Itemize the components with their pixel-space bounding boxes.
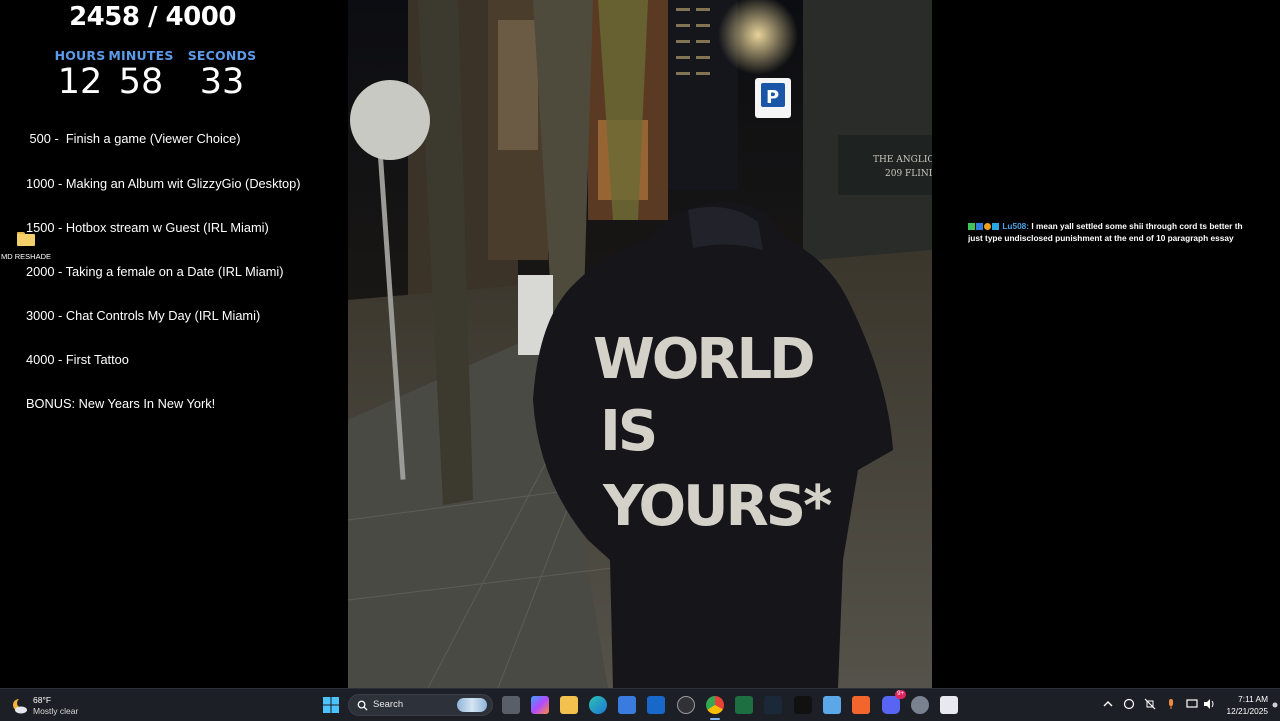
goal-item: 1500 - Hotbox stream w Guest (IRL Miami)	[26, 219, 269, 235]
timer-minutes: MINUTES 58	[96, 48, 186, 101]
hoodie-text-line3: YOURS*	[602, 474, 832, 539]
goal-item: 4000 - First Tattoo	[26, 351, 129, 367]
moon-cloud-icon	[13, 698, 27, 714]
parking-sign-letter: P	[766, 87, 779, 108]
tiktok-icon[interactable]	[794, 696, 812, 714]
photo-display: THE ANGLIC 209 FLIND P WORLD IS YOURS*	[348, 0, 932, 688]
chat-message-line2: just type undisclosed punishment at the …	[968, 233, 1234, 243]
chat-message-line1: I mean yall settled some shii through co…	[1031, 221, 1243, 231]
folder-icon	[17, 232, 35, 246]
microsoft-store-icon[interactable]	[618, 696, 636, 714]
settings-icon[interactable]	[911, 696, 929, 714]
discord-badge: 9+	[895, 690, 906, 699]
chevron-up-icon[interactable]	[1101, 697, 1115, 711]
file-explorer-icon[interactable]	[560, 696, 578, 714]
desktop-icon-label: MD RESHADE	[0, 252, 51, 261]
search-placeholder: Search	[373, 699, 404, 710]
taskbar: 68°F Mostly clear Search 9+ 7:11 AM 12/2…	[0, 688, 1280, 721]
seconds-value: 33	[199, 62, 245, 102]
desktop-icon-md-reshade[interactable]: MD RESHADE	[0, 228, 52, 261]
snipping-tool-icon[interactable]	[940, 696, 958, 714]
chat-badge-icon	[968, 223, 975, 230]
minutes-value: 58	[118, 62, 164, 102]
seconds-label: SECONDS	[187, 48, 257, 63]
building-sign-line2: 209 FLIND	[885, 169, 932, 179]
notification-bell-icon[interactable]	[1272, 702, 1278, 708]
weather-temp: 68°F	[33, 695, 52, 705]
goal-item: 500 - Finish a game (Viewer Choice)	[26, 131, 241, 147]
chat-badge-icon	[984, 223, 991, 230]
chat-badge-icon	[992, 223, 999, 230]
microphone-icon[interactable]	[1164, 697, 1178, 711]
obs-icon[interactable]	[677, 696, 695, 714]
notepad-icon[interactable]	[823, 696, 841, 714]
search-icon	[357, 700, 368, 711]
building-sign-line1: THE ANGLIC	[873, 155, 932, 165]
chat-overlay: Lu508: I mean yall settled some shii thr…	[968, 220, 1280, 244]
weather-desc: Mostly clear	[33, 706, 79, 716]
stream-overlay: 2458 / 4000 HOURS 12 MINUTES 58 SECONDS …	[0, 0, 346, 688]
edge-icon[interactable]	[589, 696, 607, 714]
chrome-icon[interactable]	[706, 696, 724, 714]
discord-icon[interactable]: 9+	[882, 690, 906, 714]
mute-icon[interactable]	[1143, 697, 1157, 711]
subathon-goal-counter: 2458 / 4000	[69, 2, 236, 32]
goal-item: 2000 - Taking a female on a Date (IRL Mi…	[26, 263, 284, 279]
chat-separator: :	[1026, 221, 1030, 231]
copilot-icon[interactable]	[531, 696, 549, 714]
steam-icon[interactable]	[764, 696, 782, 714]
sync-icon[interactable]	[1122, 697, 1136, 711]
windows-start-icon[interactable]	[322, 696, 340, 714]
volume-icon[interactable]	[1202, 697, 1216, 711]
clock-date: 12/21/2025	[1226, 706, 1268, 716]
goal-item: 1000 - Making an Album wit GlizzyGio (De…	[26, 175, 301, 191]
task-view-icon[interactable]	[502, 696, 520, 714]
brave-icon[interactable]	[852, 696, 870, 714]
chat-message: Lu508: I mean yall settled some shii thr…	[968, 220, 1280, 232]
goal-item: BONUS: New Years In New York!	[26, 396, 216, 412]
chat-username: Lu508	[1002, 221, 1027, 231]
minutes-label: MINUTES	[108, 48, 174, 63]
goal-item: 3000 - Chat Controls My Day (IRL Miami)	[26, 307, 261, 323]
hoodie-text-line1: WORLD	[593, 327, 813, 392]
hoodie-text-line2: IS	[600, 399, 655, 464]
street-photo: THE ANGLIC 209 FLIND P WORLD IS YOURS*	[348, 0, 932, 688]
taskbar-clock[interactable]: 7:11 AM 12/21/2025	[1226, 693, 1268, 717]
excel-icon[interactable]	[735, 696, 753, 714]
chat-badge-icon	[976, 223, 983, 230]
display-icon[interactable]	[1185, 697, 1199, 711]
search-highlight-icon	[457, 698, 487, 712]
taskbar-search[interactable]: Search	[348, 694, 493, 716]
clock-time: 7:11 AM	[1238, 694, 1268, 704]
timer-seconds: SECONDS 33	[177, 48, 267, 101]
outlook-icon[interactable]	[647, 696, 665, 714]
subathon-goals-list: 500 - Finish a game (Viewer Choice) 1000…	[26, 103, 301, 441]
